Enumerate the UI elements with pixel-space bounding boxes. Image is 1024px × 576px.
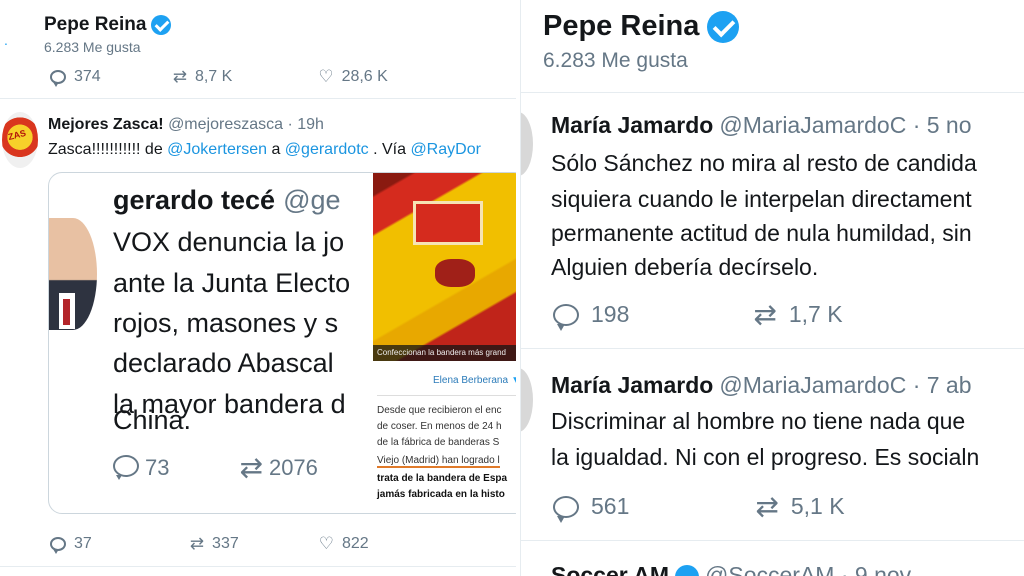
reply-icon [553,303,579,331]
tweet-divider [521,540,1024,541]
quoted-text-line: VOX denuncia la jo [113,227,345,257]
tweet-text: Zasca!!!!!!!!!!! de @Jokertersen a @gera… [48,141,481,158]
left-screenshot-panel: . Pepe Reina 6.283 Me gusta 374 ⇄ 8,7 K … [0,0,516,576]
news-text-line: Viejo (Madrid) han logrado l [377,455,500,468]
reply-icon [50,537,66,554]
tweet-text-line: permanente actitud de nula humildad, sin [551,220,972,246]
mention-link[interactable]: @Jokertersen [167,141,267,158]
tweet-handle-time: @mejoreszasca · 19h [168,116,324,133]
quoted-tweet-screenshot: gerardo tecé @ge VOX denuncia la jo ante … [49,173,371,513]
news-text-line: jamás fabricada en la histo [377,489,505,500]
profile-name: Pepe Reina [543,10,740,43]
quoted-text-line: China. [113,405,192,435]
reply-icon [50,70,66,87]
quoted-tweet-header: gerardo tecé @ge [113,185,341,215]
reply-icon [553,495,579,523]
header-divider [521,92,1024,93]
tweet-text-line: Discriminar al hombre no tiene nada que [551,408,966,434]
profile-header: Pepe Reina 6.283 Me gusta [543,10,740,73]
quoted-tweet-actions: 73 ⇄ 2076 [113,451,318,484]
reply-icon [113,455,139,480]
retweet-button[interactable]: ⇄ 5,1 K [755,490,844,523]
tweet-header: Mejores Zasca! @mejoreszasca · 19h [48,116,324,134]
avatar[interactable] [2,112,38,168]
back-arrow-icon[interactable]: . [4,32,8,48]
tweet-text-line: la igualdad. Ni con el progreso. Es soci… [551,444,980,470]
retweet-button[interactable]: ⇄ 8,7 K [173,67,233,87]
retweet-button[interactable]: ⇄ 1,7 K [753,298,842,331]
embedded-image-card[interactable]: gerardo tecé @ge VOX denuncia la jo ante … [48,172,516,514]
tweet-handle-time: @SoccerAM · 9 nov [705,562,912,576]
tweet-divider [0,98,516,99]
news-text-line: de coser. En menos de 24 h [377,421,502,432]
profile-likes-count: 6.283 Me gusta [543,49,688,72]
retweet-button[interactable]: ⇄ 337 [190,534,239,554]
right-screenshot-panel: Pepe Reina 6.283 Me gusta María Jamardo @… [520,0,1024,576]
quoted-text-line: rojos, masones y s [113,308,339,338]
mention-link[interactable]: @RayDor [410,141,480,158]
tweet-author-name[interactable]: María Jamardo [551,372,713,398]
tweet-author-name[interactable]: María Jamardo [551,112,713,138]
tweet-handle-time: @MariaJamardoC · 7 ab [719,372,972,398]
tweet-author-name[interactable]: Soccer AM [551,562,669,576]
tweet-actions: 561 ⇄ 5,1 K [553,490,845,523]
tweet-divider [521,348,1024,349]
news-text-line: trata de la bandera de Espa [377,473,508,484]
quoted-text-line: declarado Abascal [113,348,334,378]
like-icon: ♡ [318,67,334,87]
retweet-icon: ⇄ [189,534,205,554]
tweet-actions: 198 ⇄ 1,7 K [553,298,843,331]
like-icon: ♡ [318,534,334,554]
reply-button[interactable]: 37 [50,535,92,554]
cut-off-tweet-header: Soccer AM @SoccerAM · 9 nov [551,562,911,576]
profile-header: Pepe Reina 6.283 Me gusta [44,14,172,55]
news-author: Elena Berberana▼ [433,375,516,386]
previous-tweet-actions: 374 ⇄ 8,7 K ♡ 28,6 K [50,67,388,87]
tweet-author-name[interactable]: Mejores Zasca! [48,116,164,133]
retweet-icon: ⇄ [753,298,777,331]
reply-button[interactable]: 374 [50,68,101,87]
news-photo-caption: Confeccionan la bandera más grand [373,345,516,361]
verified-badge-icon [707,10,740,43]
mention-link[interactable]: @gerardotc [285,141,369,158]
tweet-header: María Jamardo @MariaJamardoC · 5 no [551,112,972,139]
profile-name: Pepe Reina [44,14,172,36]
tweet-divider [0,566,516,567]
retweet-icon: ⇄ [239,451,263,484]
tweet-header: María Jamardo @MariaJamardoC · 7 ab [551,372,972,399]
news-text-line: Desde que recibieron el enc [377,405,502,416]
tweet-handle-time: @MariaJamardoC · 5 no [719,112,972,138]
news-text-line: de la fábrica de banderas S [377,437,500,448]
verified-badge-icon [151,15,172,35]
tweet-text-line: Sólo Sánchez no mira al resto de candida [551,150,977,176]
like-button[interactable]: ♡ 28,6 K [318,67,388,87]
retweet-icon: ⇄ [755,490,779,523]
like-button[interactable]: ♡ 822 [319,534,369,554]
quoted-text-line: ante la Junta Electo [113,268,351,298]
tweet-actions: 37 ⇄ 337 ♡ 822 [50,534,369,554]
avatar[interactable] [521,368,533,432]
news-article-screenshot: Confeccionan la bandera más grand Elena … [373,173,516,513]
tweet-text-line: siquiera cuando le interpelan directamen… [551,186,972,212]
reply-button[interactable]: 561 [553,493,629,523]
retweet-icon: ⇄ [172,67,187,87]
profile-likes-count: 6.283 Me gusta [44,39,141,55]
tweet-text-line: Alguien debería decírselo. [551,254,819,280]
avatar[interactable] [521,112,533,176]
verified-badge-icon [675,564,700,576]
reply-button[interactable]: 198 [553,301,629,331]
